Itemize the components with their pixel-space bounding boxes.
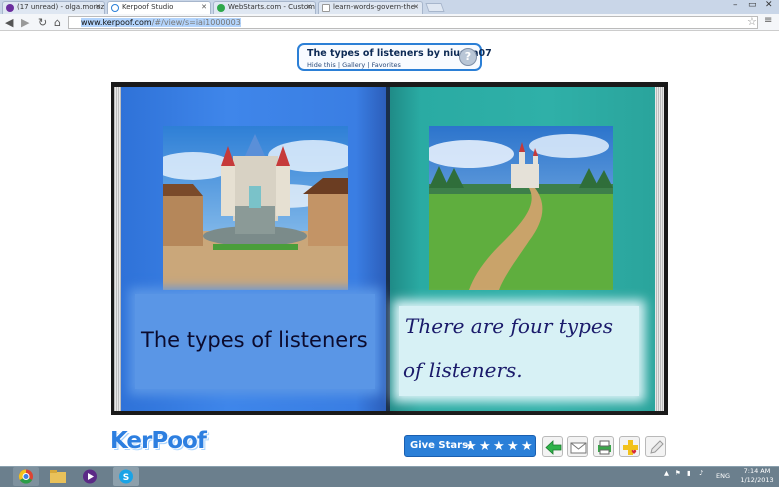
printer-icon <box>598 440 611 455</box>
show-hidden-icons-icon[interactable]: ▲ <box>664 469 669 477</box>
left-page-text: The types of listeners <box>141 328 368 352</box>
close-window-icon[interactable]: ✕ <box>765 0 773 10</box>
clock-date: 1/12/2013 <box>740 476 774 484</box>
star-5-icon[interactable]: ★ <box>521 439 533 454</box>
tab-strip: (17 unread) - olga.moroz ✕ Kerpoof Studi… <box>0 0 779 14</box>
right-page-text-line-1: There are four types <box>405 314 613 338</box>
chrome-icon <box>18 469 33 484</box>
castle-courtyard-picture <box>163 126 348 290</box>
chrome-taskbar-button[interactable] <box>13 467 39 486</box>
folder-icon <box>50 470 66 483</box>
close-icon[interactable]: ✕ <box>201 2 207 13</box>
clock-time: 7:14 AM <box>743 467 771 475</box>
add-favorite-button[interactable] <box>619 436 640 457</box>
logo-text: KerPoof <box>110 428 207 454</box>
svg-text:S: S <box>123 473 129 483</box>
kerpoof-logo[interactable]: KerPoof <box>110 428 210 460</box>
tab-webstarts[interactable]: WebStarts.com - Custom ✕ <box>213 1 316 14</box>
star-1-icon[interactable]: ★ <box>465 439 477 454</box>
url-text: www.kerpoof.com/#/view/s=iai1000003 <box>81 18 241 27</box>
email-button[interactable] <box>567 436 588 457</box>
media-player-icon <box>83 469 97 484</box>
back-icon[interactable]: ◀ <box>5 16 13 29</box>
edit-button[interactable] <box>645 436 666 457</box>
url-path: /#/view/s=iai1000003 <box>151 18 241 27</box>
story-links: Hide this | Gallery | Favorites <box>307 61 401 69</box>
yahoo-icon <box>6 4 14 12</box>
reload-icon[interactable]: ↻ <box>38 16 47 29</box>
tab-yahoo-mail[interactable]: (17 unread) - olga.moroz ✕ <box>2 1 105 14</box>
skype-taskbar-button[interactable]: S <box>113 467 139 486</box>
home-icon[interactable]: ⌂ <box>54 16 61 29</box>
right-page-text-line-2: of listeners. <box>403 358 523 382</box>
book-page-edges-left <box>114 87 121 411</box>
file-explorer-taskbar-button[interactable] <box>45 467 71 486</box>
left-arrow-icon <box>545 440 562 455</box>
tab-learn-words[interactable]: learn-words-govern-the- ✕ <box>318 1 423 14</box>
media-player-taskbar-button[interactable] <box>77 467 103 486</box>
close-icon[interactable]: ✕ <box>95 2 101 13</box>
url-host: www.kerpoof.com <box>81 18 152 27</box>
system-clock[interactable]: 7:14 AM 1/12/2013 <box>737 467 777 485</box>
hide-this-link[interactable]: Hide this <box>307 61 336 69</box>
tab-kerpoof-studio[interactable]: Kerpoof Studio ✕ <box>107 1 211 14</box>
tab-label: learn-words-govern-the- <box>333 3 418 11</box>
pencil-icon <box>650 440 664 454</box>
language-indicator[interactable]: ENG <box>716 472 730 480</box>
star-4-icon[interactable]: ★ <box>507 439 519 454</box>
flag-icon[interactable]: ⚑ <box>675 469 681 477</box>
minimize-icon[interactable]: – <box>733 0 738 10</box>
give-stars-label: Give Stars! <box>410 440 473 451</box>
forward-icon[interactable]: ▶ <box>21 16 29 29</box>
page-icon <box>322 4 330 12</box>
favorites-link[interactable]: Favorites <box>372 61 401 69</box>
close-icon[interactable]: ✕ <box>413 2 419 13</box>
back-arrow-button[interactable] <box>542 436 563 457</box>
close-icon[interactable]: ✕ <box>306 2 312 13</box>
tab-label: WebStarts.com - Custom <box>228 3 315 11</box>
star-3-icon[interactable]: ★ <box>493 439 505 454</box>
new-tab-button[interactable] <box>425 3 445 12</box>
print-button[interactable] <box>593 436 614 457</box>
castle-landscape-picture <box>429 126 613 290</box>
menu-icon[interactable]: ≡ <box>764 15 772 26</box>
book-page-edges-right <box>655 87 664 411</box>
story-title-box: The types of listeners by niusea07 Hide … <box>297 43 492 71</box>
right-page-text-box: There are four types of listeners. <box>399 306 639 396</box>
left-page-text-box: The types of listeners <box>135 294 375 389</box>
book-spine <box>386 87 390 411</box>
volume-icon[interactable]: ♪ <box>699 469 703 477</box>
skype-icon: S <box>119 469 133 484</box>
tab-label: Kerpoof Studio <box>122 3 174 11</box>
webstarts-icon <box>217 4 225 12</box>
envelope-icon <box>570 442 587 454</box>
browser-toolbar: ◀ ▶ ↻ ⌂ www.kerpoof.com/#/view/s=iai1000… <box>0 14 779 31</box>
plus-heart-icon <box>623 440 638 455</box>
star-2-icon[interactable]: ★ <box>479 439 491 454</box>
tab-label: (17 unread) - olga.moroz <box>17 3 105 11</box>
bookmark-star-icon[interactable]: ☆ <box>747 15 757 28</box>
give-stars-widget: Give Stars! ★ ★ ★ ★ ★ <box>404 435 536 457</box>
kerpoof-icon <box>111 4 119 12</box>
help-icon[interactable]: ? <box>459 48 477 66</box>
maximize-icon[interactable]: ▭ <box>748 0 757 10</box>
network-icon[interactable]: ▮ <box>687 469 691 477</box>
address-bar[interactable]: www.kerpoof.com/#/view/s=iai1000003 <box>68 16 758 29</box>
gallery-link[interactable]: Gallery <box>342 61 365 69</box>
